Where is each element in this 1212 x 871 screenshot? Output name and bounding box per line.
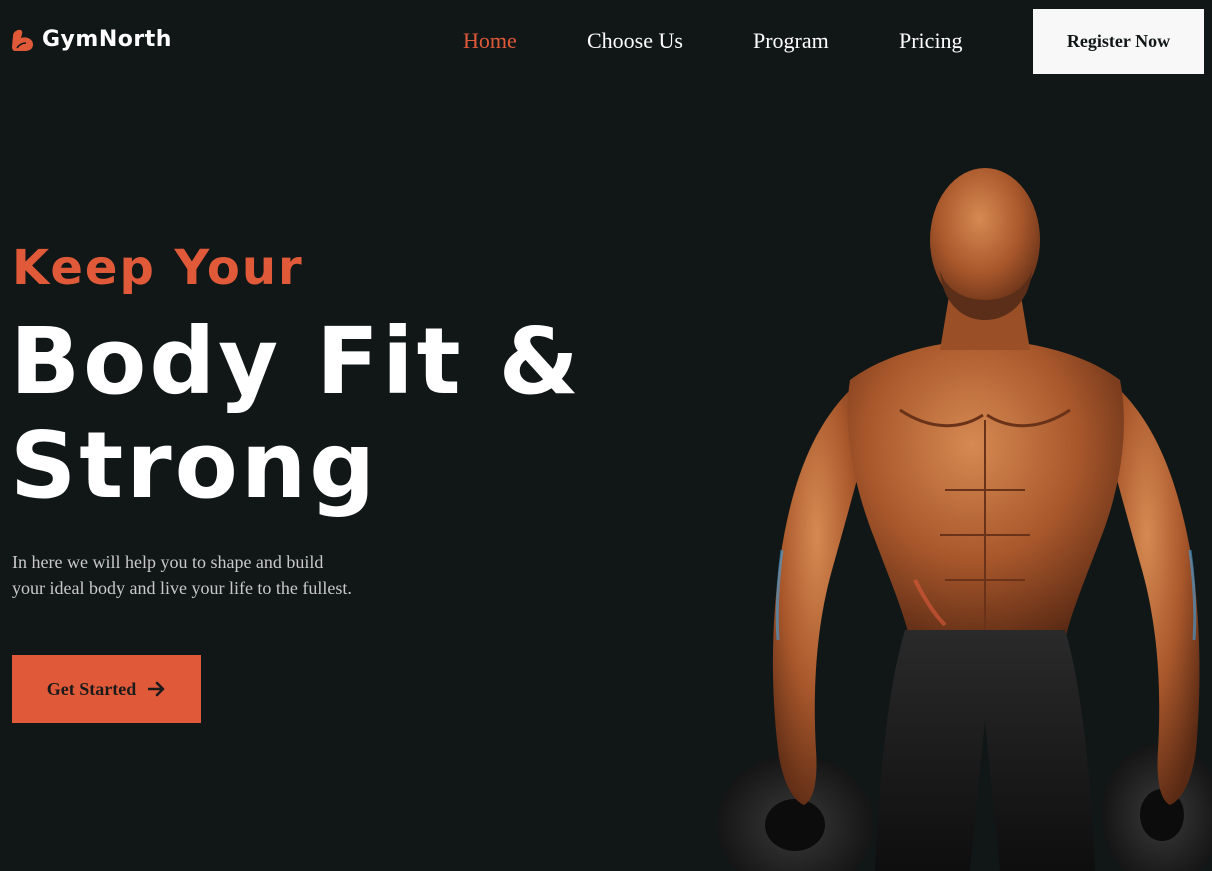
flexed-arm-icon [12, 29, 34, 51]
brand-logo[interactable]: GymNorth [12, 27, 172, 53]
register-now-button[interactable]: Register Now [1033, 9, 1204, 74]
brand-name: GymNorth [42, 27, 172, 52]
athlete-hero-image [700, 160, 1212, 871]
nav-link-choose-us[interactable]: Choose Us [587, 28, 683, 54]
hero-description: In here we will help you to shape and bu… [12, 549, 372, 601]
muscular-man-illustration [717, 168, 1212, 871]
hero-description-line-1: In here we will help you to shape and bu… [12, 552, 324, 572]
get-started-label: Get Started [46, 678, 137, 699]
nav-link-pricing[interactable]: Pricing [899, 28, 963, 54]
arrow-right-icon [148, 681, 165, 697]
hero-description-line-2: your ideal body and live your life to th… [12, 578, 352, 598]
hero-title-line-1: Body Fit & [10, 308, 582, 415]
top-navbar: GymNorth Home Choose Us Program Pricing … [0, 0, 1212, 82]
hero-tagline: Keep Your [12, 240, 304, 296]
get-started-button[interactable]: Get Started [12, 655, 201, 723]
hero-title: Body Fit & Strong [10, 310, 582, 518]
hero-title-line-2: Strong [10, 412, 379, 519]
nav-link-program[interactable]: Program [753, 28, 829, 54]
nav-link-home[interactable]: Home [463, 28, 517, 54]
